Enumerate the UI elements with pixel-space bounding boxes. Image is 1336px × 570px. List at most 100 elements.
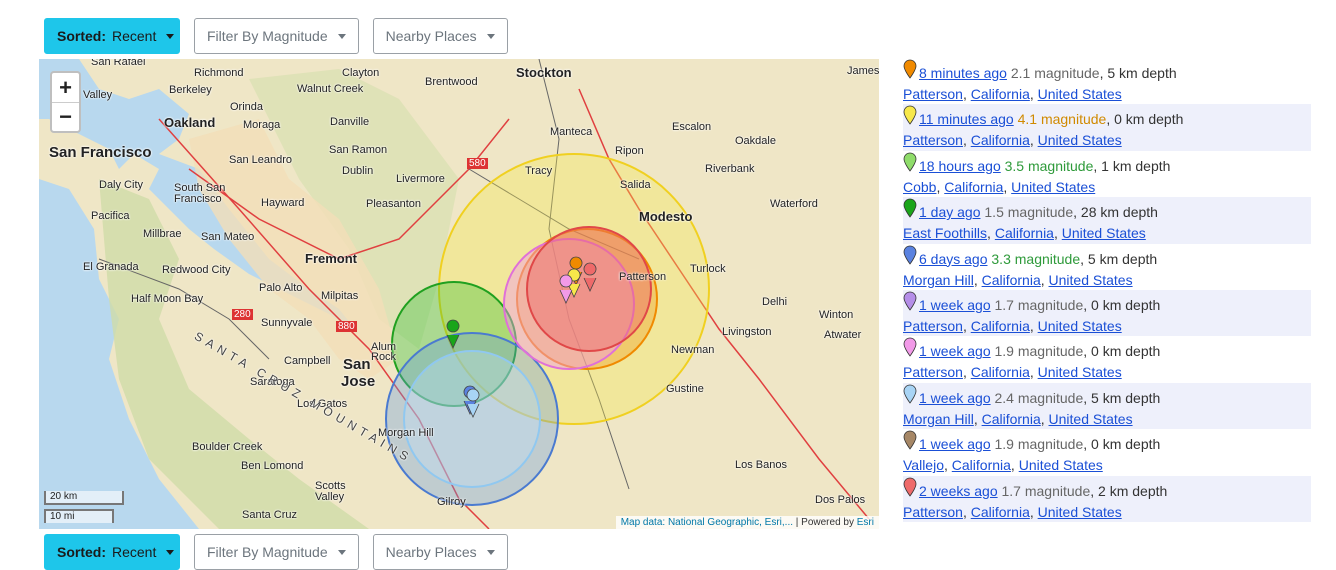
map-label: Winton — [819, 309, 854, 321]
quake-summary: 2 weeks ago 1.7 magnitude, 2 km depth — [903, 477, 1311, 502]
country-link[interactable]: United States — [1038, 318, 1122, 334]
sort-dropdown-button[interactable]: Sorted: Recent — [44, 534, 180, 570]
highway-shield: 580 — [467, 158, 488, 169]
state-link[interactable]: California — [944, 179, 1003, 195]
map-label: Waterford — [770, 198, 818, 210]
country-link[interactable]: United States — [1038, 504, 1122, 520]
sort-dropdown-button[interactable]: Sorted: Recent — [44, 18, 180, 54]
map-label: Pleasanton — [366, 198, 422, 210]
place-link[interactable]: Patterson — [903, 504, 963, 520]
state-link[interactable]: California — [971, 132, 1030, 148]
place-link[interactable]: Morgan Hill — [903, 411, 974, 427]
map-pin-icon — [903, 430, 917, 450]
quake-list-item: 1 day ago 1.5 magnitude, 28 km depth East… — [903, 197, 1311, 244]
quake-time-link[interactable]: 6 days ago — [919, 251, 988, 267]
map-label: Palo Alto — [259, 282, 303, 294]
attribution-prefix[interactable]: Map data: — [621, 517, 665, 528]
quake-time-link[interactable]: 2 weeks ago — [919, 483, 998, 499]
map-label: San Leandro — [229, 154, 292, 166]
place-link[interactable]: Patterson — [903, 318, 963, 334]
highway-shield: 880 — [336, 321, 357, 332]
state-link[interactable]: California — [971, 364, 1030, 380]
nearby-places-button[interactable]: Nearby Places — [372, 18, 508, 54]
country-link[interactable]: United States — [1038, 132, 1122, 148]
map-label: Hayward — [261, 197, 305, 209]
state-link[interactable]: California — [971, 504, 1030, 520]
map-label: Riverbank — [705, 163, 755, 175]
state-link[interactable]: California — [952, 457, 1011, 473]
map-label: Clayton — [342, 67, 380, 79]
state-link[interactable]: California — [982, 272, 1041, 288]
place-link[interactable]: Patterson — [903, 132, 963, 148]
scale-mi: 10 mi — [44, 509, 114, 523]
map-label: Campbell — [284, 355, 331, 367]
nearby-places-button[interactable]: Nearby Places — [372, 534, 508, 570]
map-label: San Francisco — [49, 144, 152, 161]
chevron-down-icon — [166, 33, 175, 39]
map-label: Ripon — [615, 145, 644, 157]
map-label: Brentwood — [425, 76, 478, 88]
map-pin-icon — [903, 59, 917, 79]
country-link[interactable]: United States — [1019, 457, 1103, 473]
quake-summary: 1 day ago 1.5 magnitude, 28 km depth — [903, 198, 1311, 223]
quake-location: East Foothills, California, United State… — [903, 225, 1146, 242]
state-link[interactable]: California — [971, 86, 1030, 102]
country-link[interactable]: United States — [1038, 86, 1122, 102]
map-label: Los Banos — [735, 459, 787, 471]
state-link[interactable]: California — [982, 411, 1041, 427]
quake-location: Vallejo, California, United States — [903, 457, 1103, 474]
quake-time-link[interactable]: 8 minutes ago — [919, 65, 1007, 81]
quake-time-link[interactable]: 18 hours ago — [919, 158, 1001, 174]
filter-magnitude-button[interactable]: Filter By Magnitude — [194, 534, 359, 570]
map-label: Dos Palos — [815, 494, 866, 506]
quake-location: Patterson, California, United States — [903, 364, 1122, 381]
map-label: Redwood City — [162, 264, 231, 276]
place-link[interactable]: Cobb — [903, 179, 936, 195]
place-link[interactable]: Vallejo — [903, 457, 944, 473]
state-link[interactable]: California — [971, 318, 1030, 334]
place-link[interactable]: Patterson — [903, 86, 963, 102]
map-label: Moraga — [243, 119, 281, 131]
place-link[interactable]: East Foothills — [903, 225, 987, 241]
map-label: Ben Lomond — [241, 460, 304, 472]
quake-magnitude: 1.9 magnitude — [994, 436, 1084, 453]
map-label: El Granada — [83, 261, 139, 273]
country-link[interactable]: United States — [1038, 364, 1122, 380]
map-label: Half Moon Bay — [131, 293, 204, 305]
map-label: Livingston — [722, 326, 772, 338]
map-label: Milpitas — [321, 290, 359, 302]
quake-time-link[interactable]: 1 week ago — [919, 436, 991, 452]
quake-time-link[interactable]: 1 week ago — [919, 297, 991, 313]
quake-time-link[interactable]: 1 week ago — [919, 390, 991, 406]
quake-list-item: 6 days ago 3.3 magnitude, 5 km depth Morg… — [903, 244, 1311, 290]
map-pin-icon — [903, 337, 917, 358]
attribution-link[interactable]: National Geographic, Esri,... — [668, 517, 793, 528]
quake-time-link[interactable]: 1 day ago — [919, 204, 981, 220]
country-link[interactable]: United States — [1062, 225, 1146, 241]
quake-time-link[interactable]: 11 minutes ago — [919, 111, 1014, 127]
quake-summary: 6 days ago 3.3 magnitude, 5 km depth — [903, 245, 1311, 270]
country-link[interactable]: United States — [1049, 272, 1133, 288]
map-pin-icon — [903, 152, 917, 172]
state-link[interactable]: California — [995, 225, 1054, 241]
esri-link[interactable]: Esri — [857, 517, 874, 528]
map-label: Gustine — [666, 383, 704, 395]
filter-magnitude-button[interactable]: Filter By Magnitude — [194, 18, 359, 54]
map-label: Patterson — [619, 271, 667, 283]
quake-list-item: 18 hours ago 3.5 magnitude, 1 km depth Co… — [903, 151, 1311, 197]
country-link[interactable]: United States — [1011, 179, 1095, 195]
quake-list: 8 minutes ago 2.1 magnitude, 5 km depth P… — [903, 58, 1311, 522]
sort-value: Recent — [112, 28, 157, 44]
zoom-out-button[interactable]: − — [52, 102, 79, 131]
zoom-in-button[interactable]: + — [52, 73, 79, 102]
map-pin-icon — [903, 198, 917, 218]
quake-depth: 0 km depth — [1091, 343, 1161, 360]
place-link[interactable]: Patterson — [903, 364, 963, 380]
quake-time-link[interactable]: 1 week ago — [919, 343, 991, 359]
chevron-down-icon — [486, 33, 495, 39]
country-link[interactable]: United States — [1049, 411, 1133, 427]
earthquake-map[interactable]: San Rafael Richmond Clayton Brentwood St… — [39, 59, 879, 529]
place-link[interactable]: Morgan Hill — [903, 272, 974, 288]
map-label: Newman — [671, 344, 715, 356]
map-label: Salida — [620, 179, 651, 191]
